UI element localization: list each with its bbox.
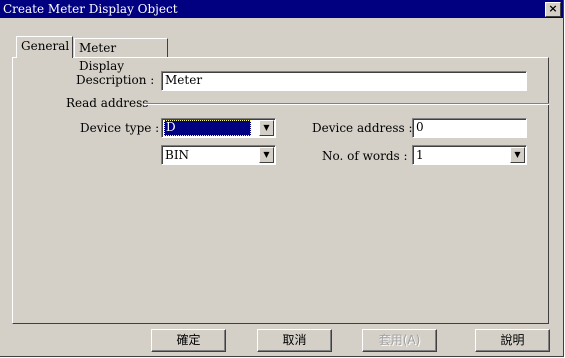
close-button[interactable]: × <box>545 2 561 17</box>
no-of-words-label: No. of words : <box>322 149 408 163</box>
ok-button[interactable]: 確定 <box>151 329 226 352</box>
device-type-value: D <box>164 120 251 136</box>
read-address-divider <box>144 103 549 105</box>
chevron-down-icon: ▼ <box>514 150 521 159</box>
device-address-value: 0 <box>416 120 424 134</box>
cancel-button-label: 取消 <box>282 333 307 347</box>
apply-button[interactable]: 套用(A) <box>362 329 437 352</box>
data-format-select[interactable]: BIN ▼ <box>161 145 276 165</box>
title-bar[interactable]: Create Meter Display Object × <box>0 0 563 18</box>
cancel-button[interactable]: 取消 <box>257 329 332 352</box>
read-address-label: Read address <box>66 96 149 110</box>
help-button-label: 說明 <box>500 333 525 347</box>
tab-meter-display[interactable]: Meter Display <box>74 38 168 73</box>
description-label: Description : <box>76 73 155 87</box>
device-type-select[interactable]: D ▼ <box>161 118 276 138</box>
no-of-words-select[interactable]: 1 ▼ <box>412 145 527 165</box>
device-address-label: Device address : <box>312 121 413 135</box>
chevron-down-icon: ▼ <box>263 150 270 159</box>
help-button[interactable]: 說明 <box>475 329 550 352</box>
no-of-words-value: 1 <box>416 148 424 162</box>
data-format-dropdown-button[interactable]: ▼ <box>259 147 274 163</box>
device-type-label: Device type : <box>80 121 160 135</box>
description-value: Meter <box>165 73 203 87</box>
chevron-down-icon: ▼ <box>263 123 270 132</box>
tab-general-label: General <box>21 39 70 53</box>
tab-general[interactable]: General <box>16 36 73 58</box>
apply-button-label: 套用(A) <box>378 333 421 347</box>
window-title: Create Meter Display Object <box>3 2 178 16</box>
create-meter-dialog: Create Meter Display Object × General Me… <box>0 0 564 357</box>
device-address-input[interactable]: 0 <box>412 118 527 138</box>
ok-button-label: 確定 <box>176 333 201 347</box>
no-of-words-dropdown-button[interactable]: ▼ <box>510 147 525 163</box>
data-format-value: BIN <box>165 148 190 162</box>
description-input[interactable]: Meter <box>161 71 527 91</box>
device-type-dropdown-button[interactable]: ▼ <box>259 120 274 136</box>
close-icon: × <box>548 2 558 15</box>
